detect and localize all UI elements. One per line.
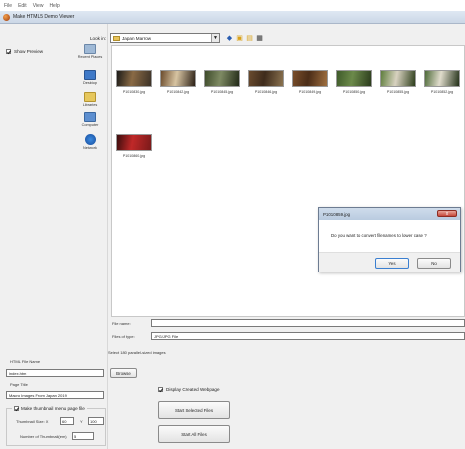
- thumbnail-size-label: Thumbnail Size: X: [16, 419, 49, 424]
- desktop-icon: [84, 70, 96, 80]
- message-dialog-titlebar: P1010859.jpg x: [319, 208, 460, 220]
- thumbnail-item[interactable]: P1010845.jpg: [204, 70, 240, 94]
- make-thumbnail-option[interactable]: Make thumbnail menu page file: [12, 406, 87, 411]
- folder-icon: [113, 35, 120, 41]
- new-folder-icon[interactable]: ▤: [245, 33, 254, 42]
- menu-view[interactable]: View: [33, 3, 44, 9]
- show-preview-checkbox[interactable]: [6, 49, 11, 54]
- chevron-down-icon[interactable]: ▼: [211, 34, 219, 42]
- network-icon: [84, 134, 96, 145]
- yes-button[interactable]: Yes: [375, 258, 409, 269]
- place-computer[interactable]: Computer: [71, 112, 109, 127]
- thumbnail-filename: P1010845.jpg: [210, 90, 234, 94]
- menu-file[interactable]: File: [4, 3, 12, 9]
- thumbnail-filename: P1010842.jpg: [166, 90, 190, 94]
- thumbnail-filename: P1010850.jpg: [342, 90, 366, 94]
- html-file-name-input[interactable]: index.htm: [6, 369, 104, 377]
- libraries-icon: [84, 92, 96, 102]
- close-icon[interactable]: x: [437, 210, 457, 217]
- thumbnail-item[interactable]: P1010849.jpg: [292, 70, 328, 94]
- thumbnail-image: [380, 70, 416, 87]
- show-preview-label: Show Preview: [14, 49, 44, 54]
- thumbnail-y-label: Y: [80, 419, 83, 424]
- look-in-select[interactable]: Japan Marrow ▼: [110, 33, 220, 43]
- file-type-label: Files of type:: [112, 334, 135, 339]
- look-in-value: Japan Marrow: [122, 35, 152, 41]
- app-icon: [3, 13, 10, 21]
- thumbnail-count-label: Number of Thumbnail(em): [20, 434, 67, 439]
- thumbnail-item[interactable]: P1010852.jpg: [424, 70, 460, 94]
- thumbnail-item[interactable]: P1010855.jpg: [380, 70, 416, 94]
- recent-places-icon: [84, 44, 96, 54]
- thumbnail-y-input[interactable]: 100: [88, 417, 104, 425]
- place-libraries[interactable]: Libraries: [71, 92, 109, 107]
- start-all-files-button[interactable]: Start All Files: [158, 425, 230, 443]
- thumbnail-image: [204, 70, 240, 87]
- start-selected-files-button[interactable]: Start Selected Files: [158, 401, 230, 419]
- thumbnail-filename: P1010849.jpg: [298, 90, 322, 94]
- thumbnail-filename: P1010852.jpg: [430, 90, 454, 94]
- thumbnail-image: [116, 70, 152, 87]
- place-network[interactable]: Network: [71, 134, 109, 150]
- thumbnail-item[interactable]: P1010846.jpg: [248, 70, 284, 94]
- message-dialog: P1010859.jpg x Do you want to convert fi…: [318, 207, 461, 272]
- thumbnail-item[interactable]: P1010860.jpg: [116, 134, 152, 158]
- place-desktop[interactable]: Desktop: [71, 70, 109, 85]
- page-title-label: Page Title: [10, 382, 28, 387]
- thumbnail-group: [6, 408, 106, 446]
- menu-help[interactable]: Help: [49, 3, 59, 9]
- make-thumbnail-label: Make thumbnail menu page file: [21, 406, 85, 411]
- look-in-label: Look in:: [90, 36, 107, 41]
- view-menu-icon[interactable]: ▦: [255, 33, 264, 42]
- file-name-input[interactable]: [151, 319, 465, 327]
- display-created-option[interactable]: Display Created Webpage: [158, 387, 220, 392]
- thumbnail-image: [116, 134, 152, 151]
- show-preview-option[interactable]: Show Preview: [6, 49, 43, 54]
- thumbnail-image: [292, 70, 328, 87]
- file-name-label: File name:: [112, 321, 131, 326]
- file-type-select[interactable]: JPG/JPG File: [151, 332, 465, 340]
- display-created-label: Display Created Webpage: [166, 387, 220, 392]
- place-recent[interactable]: Recent Places: [71, 44, 109, 59]
- select-note: Select 180 parallel-sized images: [108, 350, 166, 355]
- message-dialog-footer: Yes No: [319, 252, 460, 272]
- thumbnail-filename: P1010860.jpg: [122, 154, 146, 158]
- title-bar: Make HTML5 Demo Viewer: [0, 11, 465, 24]
- message-text: Do you want to convert filenames to lowe…: [331, 233, 427, 238]
- thumbnail-image: [424, 70, 460, 87]
- thumbnail-filename: P1010830.jpg: [122, 90, 146, 94]
- thumbnail-x-input[interactable]: 60: [60, 417, 74, 425]
- page-title-input[interactable]: Macro Images From Japan 2019: [6, 391, 104, 399]
- back-icon[interactable]: ◆: [225, 33, 234, 42]
- thumbnail-image: [160, 70, 196, 87]
- thumbnail-item[interactable]: P1010830.jpg: [116, 70, 152, 94]
- computer-icon: [84, 112, 96, 122]
- thumbnail-filename: P1010846.jpg: [254, 90, 278, 94]
- thumbnail-filename: P1010855.jpg: [386, 90, 410, 94]
- menu-bar: File Edit View Help: [0, 0, 465, 11]
- thumbnail-item[interactable]: P1010842.jpg: [160, 70, 196, 94]
- display-created-checkbox[interactable]: [158, 387, 163, 392]
- thumbnail-image: [336, 70, 372, 87]
- thumbnail-item[interactable]: P1010850.jpg: [336, 70, 372, 94]
- thumbnail-image: [248, 70, 284, 87]
- make-thumbnail-checkbox[interactable]: [14, 406, 19, 411]
- no-button[interactable]: No: [417, 258, 451, 269]
- browse-button[interactable]: Browse: [110, 368, 137, 378]
- message-dialog-title: P1010859.jpg: [323, 211, 351, 217]
- menu-edit[interactable]: Edit: [18, 3, 27, 9]
- up-folder-icon[interactable]: ▣: [235, 33, 244, 42]
- window-title: Make HTML5 Demo Viewer: [13, 14, 75, 20]
- thumbnail-count-input[interactable]: 5: [72, 432, 94, 440]
- html-file-name-label: HTML File Name: [10, 359, 41, 364]
